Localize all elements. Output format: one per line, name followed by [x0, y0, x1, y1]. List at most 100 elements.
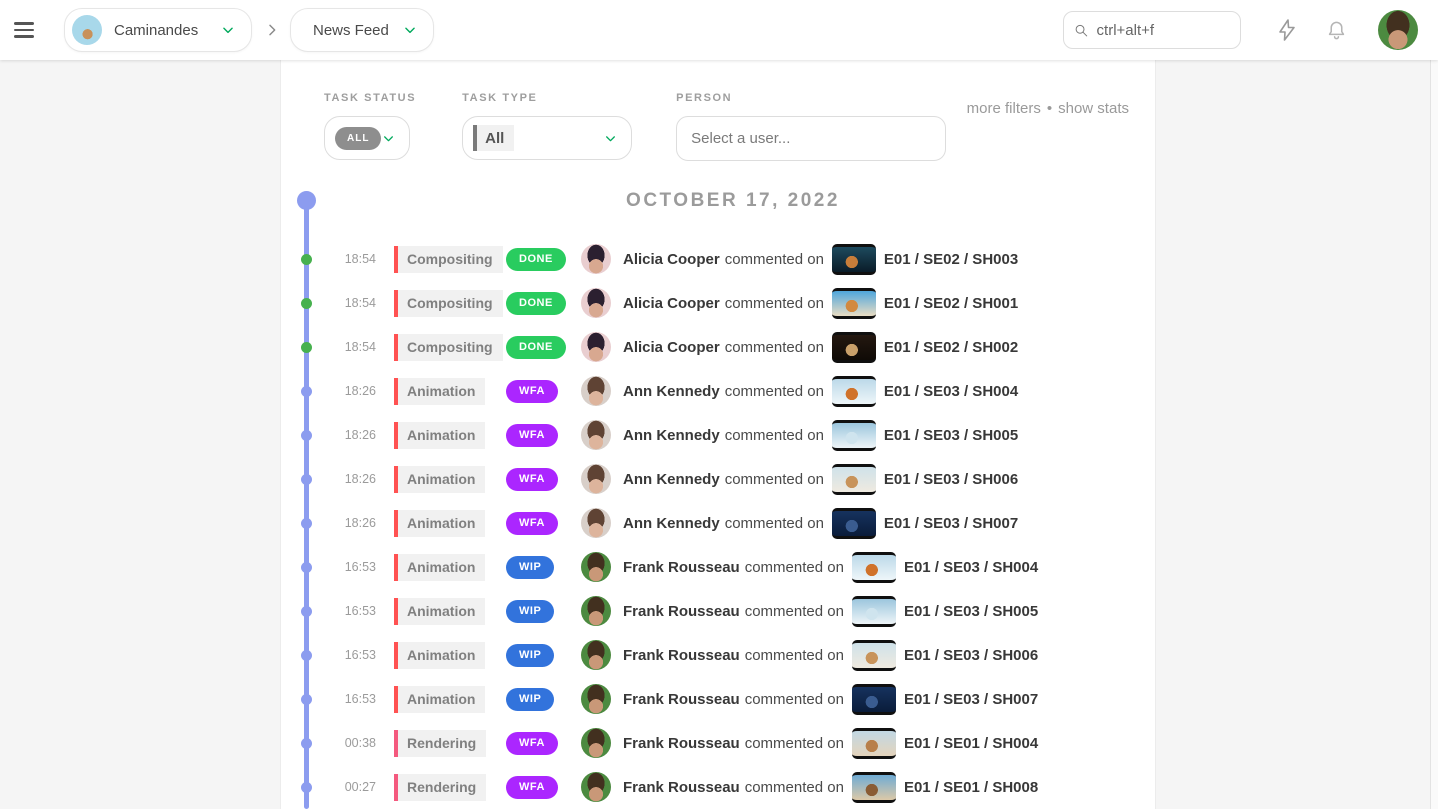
shot-thumbnail[interactable]: [832, 244, 876, 275]
status-badge-wrap: WIP: [506, 600, 581, 623]
feed-event-row[interactable]: 18:26AnimationWFAAnn Kennedycommented on…: [281, 369, 1155, 413]
event-time: 00:38: [281, 736, 376, 750]
person-avatar[interactable]: [581, 772, 611, 802]
task-type-name: Compositing: [398, 290, 503, 317]
entity-link[interactable]: E01 / SE03 / SH006: [884, 471, 1018, 488]
production-select[interactable]: Caminandes: [64, 8, 252, 52]
entity-link[interactable]: E01 / SE03 / SH007: [904, 691, 1038, 708]
timeline-dot: [301, 562, 312, 573]
person-name[interactable]: Frank Rousseau: [623, 603, 740, 620]
feed-event-row[interactable]: 16:53AnimationWIPFrank Rousseaucommented…: [281, 677, 1155, 721]
shot-thumbnail[interactable]: [852, 772, 896, 803]
entity-link[interactable]: E01 / SE02 / SH003: [884, 251, 1018, 268]
shot-thumbnail[interactable]: [832, 332, 876, 363]
entity-link[interactable]: E01 / SE03 / SH004: [884, 383, 1018, 400]
person-name[interactable]: Frank Rousseau: [623, 559, 740, 576]
entity-link[interactable]: E01 / SE03 / SH005: [904, 603, 1038, 620]
feed-event-row[interactable]: 18:54CompositingDONEAlicia Coopercomment…: [281, 325, 1155, 369]
feed-event-row[interactable]: 18:26AnimationWFAAnn Kennedycommented on…: [281, 457, 1155, 501]
person-name[interactable]: Ann Kennedy: [623, 515, 720, 532]
feed-event-row[interactable]: 00:27RenderingWFAFrank Rousseaucommented…: [281, 765, 1155, 809]
status-badge-wrap: DONE: [506, 292, 581, 315]
entity-link[interactable]: E01 / SE03 / SH004: [904, 559, 1038, 576]
entity-link[interactable]: E01 / SE03 / SH007: [884, 515, 1018, 532]
person-avatar[interactable]: [581, 552, 611, 582]
shot-thumbnail[interactable]: [832, 376, 876, 407]
entity-link[interactable]: E01 / SE03 / SH005: [884, 427, 1018, 444]
feed-event-row[interactable]: 18:26AnimationWFAAnn Kennedycommented on…: [281, 413, 1155, 457]
task-type-chip: Animation: [394, 422, 485, 449]
shot-thumbnail[interactable]: [832, 508, 876, 539]
feed-event-row[interactable]: 18:54CompositingDONEAlicia Coopercomment…: [281, 237, 1155, 281]
person-name[interactable]: Alicia Cooper: [623, 295, 720, 312]
person-name[interactable]: Frank Rousseau: [623, 779, 740, 796]
event-action-text: commented on: [725, 515, 824, 532]
page-content: TASK STATUS ALL TASK TYPE All PERSON: [0, 60, 1438, 809]
person-name[interactable]: Alicia Cooper: [623, 339, 720, 356]
shot-thumbnail[interactable]: [852, 684, 896, 715]
person-name[interactable]: Frank Rousseau: [623, 647, 740, 664]
show-stats-link[interactable]: show stats: [1058, 100, 1129, 117]
person-name[interactable]: Ann Kennedy: [623, 427, 720, 444]
notifications-bell-icon[interactable]: [1325, 19, 1348, 42]
person-avatar[interactable]: [581, 376, 611, 406]
status-badge-wrap: WIP: [506, 556, 581, 579]
person-name[interactable]: Alicia Cooper: [623, 251, 720, 268]
person-avatar[interactable]: [581, 332, 611, 362]
filters-bar: TASK STATUS ALL TASK TYPE All PERSON: [281, 60, 1155, 161]
feed-event-row[interactable]: 18:54CompositingDONEAlicia Coopercomment…: [281, 281, 1155, 325]
entity-link[interactable]: E01 / SE02 / SH001: [884, 295, 1018, 312]
person-name[interactable]: Frank Rousseau: [623, 735, 740, 752]
person-avatar[interactable]: [581, 684, 611, 714]
person-avatar[interactable]: [581, 640, 611, 670]
shot-thumbnail[interactable]: [852, 552, 896, 583]
person-avatar[interactable]: [581, 596, 611, 626]
shot-thumbnail[interactable]: [832, 420, 876, 451]
task-type-wrap: Animation: [394, 422, 506, 449]
person-avatar[interactable]: [581, 244, 611, 274]
task-type-select[interactable]: All: [462, 116, 632, 160]
person-avatar[interactable]: [581, 288, 611, 318]
feed-event-row[interactable]: 16:53AnimationWIPFrank Rousseaucommented…: [281, 633, 1155, 677]
timeline-dot: [301, 782, 312, 793]
person-avatar[interactable]: [581, 420, 611, 450]
user-avatar[interactable]: [1378, 10, 1418, 50]
entity-link[interactable]: E01 / SE01 / SH008: [904, 779, 1038, 796]
quick-timer-lightning-icon[interactable]: [1275, 18, 1299, 42]
topbar: Caminandes News Feed: [0, 0, 1438, 60]
event-time: 18:26: [281, 472, 376, 486]
person-avatar[interactable]: [581, 464, 611, 494]
status-badge: WFA: [506, 468, 558, 491]
person-label: PERSON: [676, 92, 946, 104]
feed-event-row[interactable]: 16:53AnimationWIPFrank Rousseaucommented…: [281, 545, 1155, 589]
entity-link[interactable]: E01 / SE02 / SH002: [884, 339, 1018, 356]
timeline-dot: [301, 298, 312, 309]
shot-thumbnail[interactable]: [852, 728, 896, 759]
feed-event-row[interactable]: 18:26AnimationWFAAnn Kennedycommented on…: [281, 501, 1155, 545]
task-status-select[interactable]: ALL: [324, 116, 410, 160]
shot-thumbnail[interactable]: [832, 288, 876, 319]
shot-thumbnail[interactable]: [832, 464, 876, 495]
more-filters-link[interactable]: more filters: [967, 100, 1041, 117]
task-type-name: Rendering: [398, 774, 486, 801]
event-time: 16:53: [281, 648, 376, 662]
person-name[interactable]: Ann Kennedy: [623, 383, 720, 400]
entity-link[interactable]: E01 / SE03 / SH006: [904, 647, 1038, 664]
task-type-name: Compositing: [398, 246, 503, 273]
feed-event-row[interactable]: 16:53AnimationWIPFrank Rousseaucommented…: [281, 589, 1155, 633]
search-input[interactable]: [1097, 22, 1230, 39]
person-avatar[interactable]: [581, 508, 611, 538]
task-type-wrap: Animation: [394, 598, 506, 625]
status-badge: WIP: [506, 600, 554, 623]
menu-hamburger-icon[interactable]: [14, 19, 40, 41]
shot-thumbnail[interactable]: [852, 596, 896, 627]
section-select[interactable]: News Feed: [290, 8, 434, 52]
person-name[interactable]: Frank Rousseau: [623, 691, 740, 708]
entity-link[interactable]: E01 / SE01 / SH004: [904, 735, 1038, 752]
person-name[interactable]: Ann Kennedy: [623, 471, 720, 488]
shot-thumbnail[interactable]: [852, 640, 896, 671]
person-avatar[interactable]: [581, 728, 611, 758]
scrollbar[interactable]: [1430, 60, 1438, 809]
feed-event-row[interactable]: 00:38RenderingWFAFrank Rousseaucommented…: [281, 721, 1155, 765]
person-select-input[interactable]: [676, 116, 946, 161]
